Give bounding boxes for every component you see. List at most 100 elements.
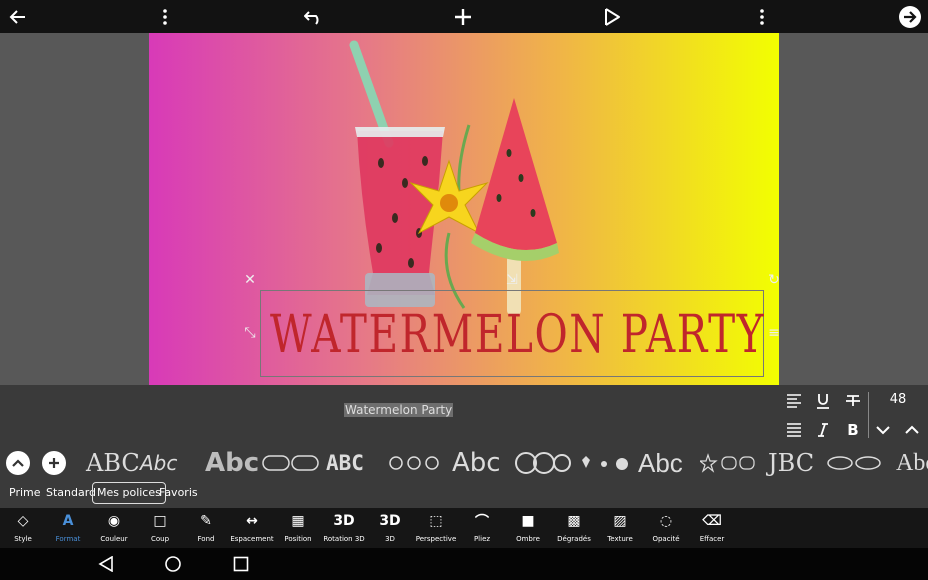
next-button[interactable] (892, 0, 928, 33)
tool-coup[interactable]: □ Coup (137, 510, 183, 546)
3d-icon: 3D (379, 513, 401, 529)
tool-espacement[interactable]: ↔ Espacement (229, 510, 275, 546)
tool-label: Ombre (516, 535, 540, 543)
tab-favoris[interactable]: Favoris (155, 482, 202, 504)
underline-button[interactable] (810, 388, 836, 414)
resize-left-handle[interactable]: ⤡ (241, 324, 259, 342)
tool-label: Effacer (699, 535, 725, 543)
tool-effacer[interactable]: ⌫ Effacer (689, 510, 735, 546)
tool-fond[interactable]: ✎ Fond (183, 510, 229, 546)
more-button[interactable] (744, 0, 780, 33)
text-content-input[interactable]: Watermelon Party (344, 403, 454, 417)
tool-label: Position (284, 535, 312, 543)
tool-texture[interactable]: ▨ Texture (597, 510, 643, 546)
font-size-value[interactable]: 48 (884, 392, 912, 407)
font-option-6[interactable]: Abc (638, 446, 683, 480)
rotate-icon: ↻ (768, 272, 780, 288)
arrow-left-icon (9, 9, 25, 24)
tool-label: Couleur (100, 535, 128, 543)
font-option-decorative-1[interactable] (262, 452, 320, 474)
tool-couleur[interactable]: ◉ Couleur (91, 510, 137, 546)
undo-button[interactable] (296, 0, 332, 33)
tool-position[interactable]: ▦ Position (275, 510, 321, 546)
font-option-5[interactable]: Abc (452, 446, 501, 480)
font-option-8[interactable]: Abc (896, 446, 928, 480)
tool-label: Opacité (652, 535, 680, 543)
palette-icon: ◉ (107, 513, 121, 529)
plus-icon (49, 458, 59, 468)
tool-label: Pliez (473, 535, 491, 543)
delete-layer-handle[interactable]: ✕ (241, 271, 259, 289)
italic-icon (818, 423, 828, 437)
tool-d-grad-s[interactable]: ▩ Dégradés (551, 510, 597, 546)
tool-label: Fond (197, 535, 215, 543)
menu-button[interactable] (147, 0, 183, 33)
spacing-icon: ↔ (246, 513, 258, 529)
font-option-decorative-2[interactable] (386, 452, 442, 474)
align-left-icon (787, 394, 801, 408)
tool-style[interactable]: ◇ Style (0, 510, 46, 546)
tool-label: Texture (607, 535, 633, 543)
tool-opacit-[interactable]: ◌ Opacité (643, 510, 689, 546)
tool-format[interactable]: A Format (45, 510, 91, 546)
tool-label: Perspective (415, 535, 457, 543)
rotation-3d-icon: 3D (333, 513, 355, 529)
font-option-decorative-5[interactable] (700, 452, 756, 474)
tool-perspective[interactable]: ⬚ Perspective (413, 510, 459, 546)
back-button[interactable] (0, 0, 36, 33)
font-size-increase-button[interactable] (899, 417, 925, 443)
font-option-decorative-4[interactable] (576, 450, 634, 476)
font-option-decorative-6[interactable] (826, 452, 882, 474)
tool-3d[interactable]: 3D 3D (367, 510, 413, 546)
tool-label: Rotation 3D (323, 535, 365, 543)
vertical-dots-icon (760, 8, 764, 25)
font-option-1[interactable]: ABC (86, 446, 140, 480)
font-option-3[interactable]: Abc (205, 446, 259, 480)
bend-icon: ⌒ (475, 514, 489, 530)
shadow-icon: ■ (521, 513, 535, 529)
tool-label: 3D (385, 535, 395, 543)
opacity-icon: ◌ (659, 513, 673, 529)
rotate-layer-handle[interactable]: ↻ (765, 271, 783, 289)
canvas-title-text[interactable]: WATERMELON PARTY (270, 300, 764, 370)
chevron-up-icon (12, 459, 24, 467)
tool-pliez[interactable]: ⌒ Pliez (459, 510, 505, 546)
strikethrough-button[interactable] (840, 388, 866, 414)
panel-divider (868, 392, 869, 438)
arrow-right-circle-icon (899, 5, 921, 28)
justify-button[interactable] (781, 417, 807, 443)
nav-home-icon[interactable] (165, 556, 181, 572)
tool-rotation-3d[interactable]: 3D Rotation 3D (321, 510, 367, 546)
tab-prime[interactable]: Prime (5, 482, 45, 504)
align-justify-icon (787, 423, 801, 437)
stroke-square-icon: □ (153, 513, 167, 529)
preview-button[interactable] (594, 0, 630, 33)
align-left-button[interactable] (781, 388, 807, 414)
bold-icon: B (847, 421, 859, 439)
font-option-2[interactable]: Abc (140, 446, 177, 480)
tool-label: Espacement (230, 535, 274, 543)
close-icon: ✕ (244, 272, 256, 288)
bold-button[interactable]: B (840, 417, 866, 443)
add-font-button[interactable] (42, 451, 66, 475)
italic-button[interactable] (810, 417, 836, 443)
wrap-layer-handle[interactable]: ≡ (765, 324, 783, 342)
move-layer-handle[interactable]: ⇲ (503, 271, 521, 289)
collapse-fonts-button[interactable] (6, 451, 30, 475)
font-size-decrease-button[interactable] (870, 417, 896, 443)
font-option-decorative-3[interactable] (514, 450, 572, 476)
undo-icon (304, 10, 319, 25)
underline-icon (817, 394, 829, 409)
format-text-icon: A (62, 513, 74, 529)
font-option-7[interactable]: JBC (768, 446, 814, 480)
play-icon (605, 7, 620, 26)
gradient-icon: ▩ (567, 513, 581, 529)
font-option-4[interactable]: ABC (326, 446, 364, 480)
nav-back-icon[interactable] (98, 556, 114, 572)
canvas-workspace: WATERMELON PARTY ✕ ⇲ ↻ ⤡ ≡ (0, 33, 928, 385)
add-button[interactable] (445, 0, 481, 33)
tool-label: Style (14, 535, 32, 543)
tool-ombre[interactable]: ■ Ombre (505, 510, 551, 546)
pen-icon: ✎ (200, 513, 212, 529)
nav-recents-icon[interactable] (233, 556, 249, 572)
